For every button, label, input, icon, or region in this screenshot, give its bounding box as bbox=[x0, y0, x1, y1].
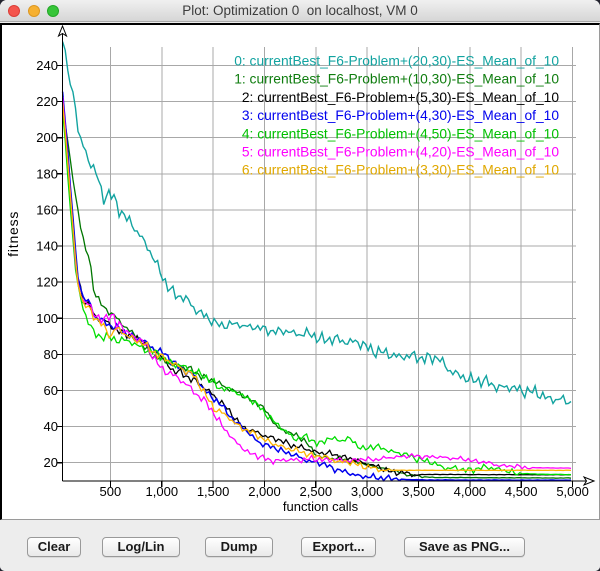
svg-text:function calls: function calls bbox=[283, 499, 359, 514]
svg-text:160: 160 bbox=[36, 202, 58, 217]
svg-text:fitness: fitness bbox=[5, 211, 21, 257]
svg-text:120: 120 bbox=[36, 275, 58, 290]
svg-text:4,500: 4,500 bbox=[505, 484, 538, 499]
svg-text:100: 100 bbox=[36, 311, 58, 326]
svg-text:20: 20 bbox=[44, 455, 58, 470]
svg-text:40: 40 bbox=[44, 419, 58, 434]
svg-text:5: currentBest_F6-Problem+(4,2: 5: currentBest_F6-Problem+(4,20)-ES_Mean… bbox=[242, 145, 559, 160]
svg-text:1,500: 1,500 bbox=[197, 484, 230, 499]
svg-text:3,500: 3,500 bbox=[402, 484, 435, 499]
svg-text:3: currentBest_F6-Problem+(4,3: 3: currentBest_F6-Problem+(4,30)-ES_Mean… bbox=[242, 108, 559, 123]
svg-text:4,000: 4,000 bbox=[454, 484, 487, 499]
svg-text:4: currentBest_F6-Problem+(4,5: 4: currentBest_F6-Problem+(4,50)-ES_Mean… bbox=[242, 126, 559, 141]
svg-text:2,000: 2,000 bbox=[248, 484, 281, 499]
svg-text:140: 140 bbox=[36, 239, 58, 254]
svg-text:1,000: 1,000 bbox=[146, 484, 179, 499]
svg-text:240: 240 bbox=[36, 58, 58, 73]
svg-text:2,500: 2,500 bbox=[300, 484, 333, 499]
svg-text:220: 220 bbox=[36, 94, 58, 109]
svg-text:1: currentBest_F6-Problem+(10,: 1: currentBest_F6-Problem+(10,30)-ES_Mea… bbox=[234, 72, 559, 87]
svg-text:2: currentBest_F6-Problem+(5,3: 2: currentBest_F6-Problem+(5,30)-ES_Mean… bbox=[242, 90, 559, 105]
svg-text:6: currentBest_F6-Problem+(3,3: 6: currentBest_F6-Problem+(3,30)-ES_Mean… bbox=[242, 163, 559, 178]
svg-text:200: 200 bbox=[36, 130, 58, 145]
svg-text:60: 60 bbox=[44, 383, 58, 398]
svg-text:180: 180 bbox=[36, 166, 58, 181]
svg-text:500: 500 bbox=[100, 484, 122, 499]
svg-text:80: 80 bbox=[44, 347, 58, 362]
svg-text:3,000: 3,000 bbox=[351, 484, 384, 499]
svg-text:0: currentBest_F6-Problem+(20,: 0: currentBest_F6-Problem+(20,30)-ES_Mea… bbox=[234, 54, 559, 69]
svg-text:5,000: 5,000 bbox=[556, 484, 589, 499]
